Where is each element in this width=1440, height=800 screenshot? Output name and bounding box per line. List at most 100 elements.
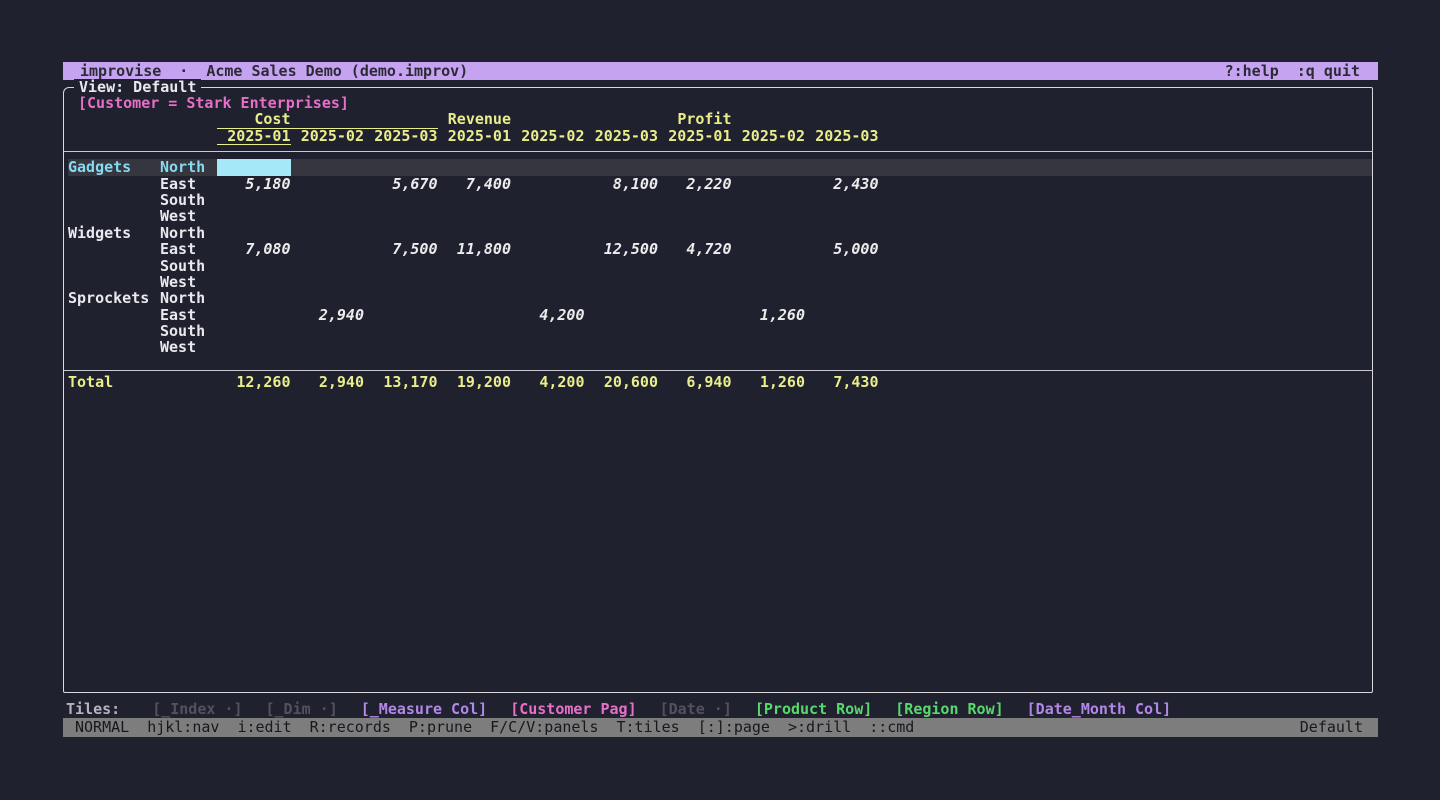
product-cell[interactable] bbox=[68, 176, 160, 192]
product-cell[interactable]: Widgets bbox=[68, 225, 160, 241]
table-row[interactable]: East 7,080 7,500 11,800 12,500 4,720 5,0… bbox=[68, 241, 1372, 257]
value-cell[interactable] bbox=[732, 176, 806, 192]
value-cell[interactable] bbox=[585, 258, 659, 274]
value-cell[interactable] bbox=[511, 159, 585, 175]
value-cell[interactable] bbox=[217, 339, 291, 355]
value-cell[interactable] bbox=[438, 339, 512, 355]
month-header[interactable]: 2025-03 bbox=[364, 128, 438, 145]
product-cell[interactable] bbox=[68, 192, 160, 208]
value-cell[interactable] bbox=[217, 225, 291, 241]
month-header[interactable]: 2025-03 bbox=[805, 128, 879, 145]
value-cell[interactable] bbox=[364, 290, 438, 306]
table-row[interactable]: South bbox=[68, 258, 1372, 274]
value-cell[interactable] bbox=[732, 241, 806, 257]
product-cell[interactable] bbox=[68, 339, 160, 355]
value-cell[interactable] bbox=[658, 290, 732, 306]
value-cell[interactable] bbox=[438, 159, 512, 175]
value-cell[interactable] bbox=[805, 274, 879, 290]
value-cell[interactable] bbox=[805, 258, 879, 274]
value-cell[interactable] bbox=[217, 258, 291, 274]
tile-dim[interactable]: [_Dim ·] bbox=[266, 700, 338, 718]
value-cell[interactable]: 4,200 bbox=[511, 307, 585, 323]
month-header[interactable]: 2025-03 bbox=[585, 128, 659, 145]
value-cell[interactable] bbox=[511, 176, 585, 192]
value-cell[interactable] bbox=[585, 323, 659, 339]
table-row[interactable]: Widgets North bbox=[68, 225, 1372, 241]
value-cell[interactable] bbox=[805, 323, 879, 339]
value-cell[interactable] bbox=[291, 258, 365, 274]
product-cell[interactable] bbox=[68, 274, 160, 290]
value-cell[interactable]: 5,000 bbox=[805, 241, 879, 257]
value-cell[interactable] bbox=[438, 323, 512, 339]
value-cell[interactable] bbox=[364, 208, 438, 224]
value-cell[interactable] bbox=[732, 274, 806, 290]
region-cell[interactable]: North bbox=[160, 225, 217, 241]
value-cell[interactable]: 5,180 bbox=[217, 176, 291, 192]
value-cell[interactable]: 1,260 bbox=[732, 307, 806, 323]
value-cell[interactable] bbox=[511, 274, 585, 290]
value-cell[interactable]: 5,670 bbox=[364, 176, 438, 192]
value-cell[interactable] bbox=[805, 339, 879, 355]
value-cell[interactable] bbox=[732, 323, 806, 339]
value-cell[interactable] bbox=[805, 290, 879, 306]
value-cell[interactable] bbox=[805, 159, 879, 175]
value-cell[interactable] bbox=[585, 159, 659, 175]
table-row[interactable]: West bbox=[68, 339, 1372, 355]
table-row[interactable]: South bbox=[68, 323, 1372, 339]
value-cell[interactable] bbox=[291, 225, 365, 241]
value-cell[interactable] bbox=[732, 192, 806, 208]
tile-product[interactable]: [Product Row] bbox=[755, 700, 872, 718]
product-cell[interactable] bbox=[68, 323, 160, 339]
value-cell[interactable] bbox=[732, 225, 806, 241]
value-cell[interactable] bbox=[364, 339, 438, 355]
value-cell[interactable] bbox=[364, 307, 438, 323]
value-cell[interactable] bbox=[658, 339, 732, 355]
value-cell[interactable] bbox=[585, 339, 659, 355]
value-cell[interactable] bbox=[217, 208, 291, 224]
value-cell[interactable] bbox=[291, 159, 365, 175]
value-cell[interactable]: 7,400 bbox=[438, 176, 512, 192]
value-cell[interactable] bbox=[585, 225, 659, 241]
value-cell[interactable] bbox=[658, 274, 732, 290]
value-cell[interactable] bbox=[438, 208, 512, 224]
value-cell[interactable]: 7,500 bbox=[364, 241, 438, 257]
value-cell[interactable] bbox=[805, 225, 879, 241]
product-cell[interactable] bbox=[68, 208, 160, 224]
tile-region[interactable]: [Region Row] bbox=[895, 700, 1003, 718]
value-cell[interactable] bbox=[732, 339, 806, 355]
table-row[interactable]: East 2,940 4,200 1,260 bbox=[68, 307, 1372, 323]
value-cell[interactable] bbox=[732, 258, 806, 274]
value-cell[interactable] bbox=[585, 192, 659, 208]
value-cell[interactable] bbox=[585, 208, 659, 224]
month-header[interactable]: 2025-02 bbox=[732, 128, 806, 145]
table-row[interactable]: Gadgets North bbox=[68, 159, 1372, 175]
region-cell[interactable]: South bbox=[160, 192, 217, 208]
value-cell[interactable]: 2,430 bbox=[805, 176, 879, 192]
value-cell[interactable] bbox=[438, 290, 512, 306]
tile-date-month[interactable]: [Date_Month Col] bbox=[1027, 700, 1172, 718]
value-cell[interactable] bbox=[291, 274, 365, 290]
product-cell[interactable]: Sprockets bbox=[68, 290, 160, 306]
value-cell[interactable] bbox=[805, 208, 879, 224]
value-cell[interactable] bbox=[732, 290, 806, 306]
region-cell[interactable]: North bbox=[160, 290, 217, 306]
value-cell[interactable] bbox=[658, 323, 732, 339]
value-cell[interactable] bbox=[291, 176, 365, 192]
value-cell[interactable] bbox=[291, 339, 365, 355]
value-cell[interactable] bbox=[658, 192, 732, 208]
tile-date[interactable]: [Date ·] bbox=[660, 700, 732, 718]
value-cell[interactable]: 8,100 bbox=[585, 176, 659, 192]
value-cell[interactable] bbox=[658, 225, 732, 241]
value-cell[interactable] bbox=[511, 339, 585, 355]
value-cell[interactable] bbox=[364, 323, 438, 339]
value-cell[interactable] bbox=[438, 192, 512, 208]
tile-customer[interactable]: [Customer Pag] bbox=[510, 700, 636, 718]
value-cell[interactable]: 2,220 bbox=[658, 176, 732, 192]
value-cell[interactable] bbox=[364, 258, 438, 274]
value-cell[interactable]: 4,720 bbox=[658, 241, 732, 257]
value-cell[interactable] bbox=[291, 192, 365, 208]
value-cell[interactable] bbox=[217, 274, 291, 290]
value-cell[interactable] bbox=[364, 192, 438, 208]
value-cell[interactable] bbox=[217, 307, 291, 323]
value-cell[interactable]: 2,940 bbox=[291, 307, 365, 323]
